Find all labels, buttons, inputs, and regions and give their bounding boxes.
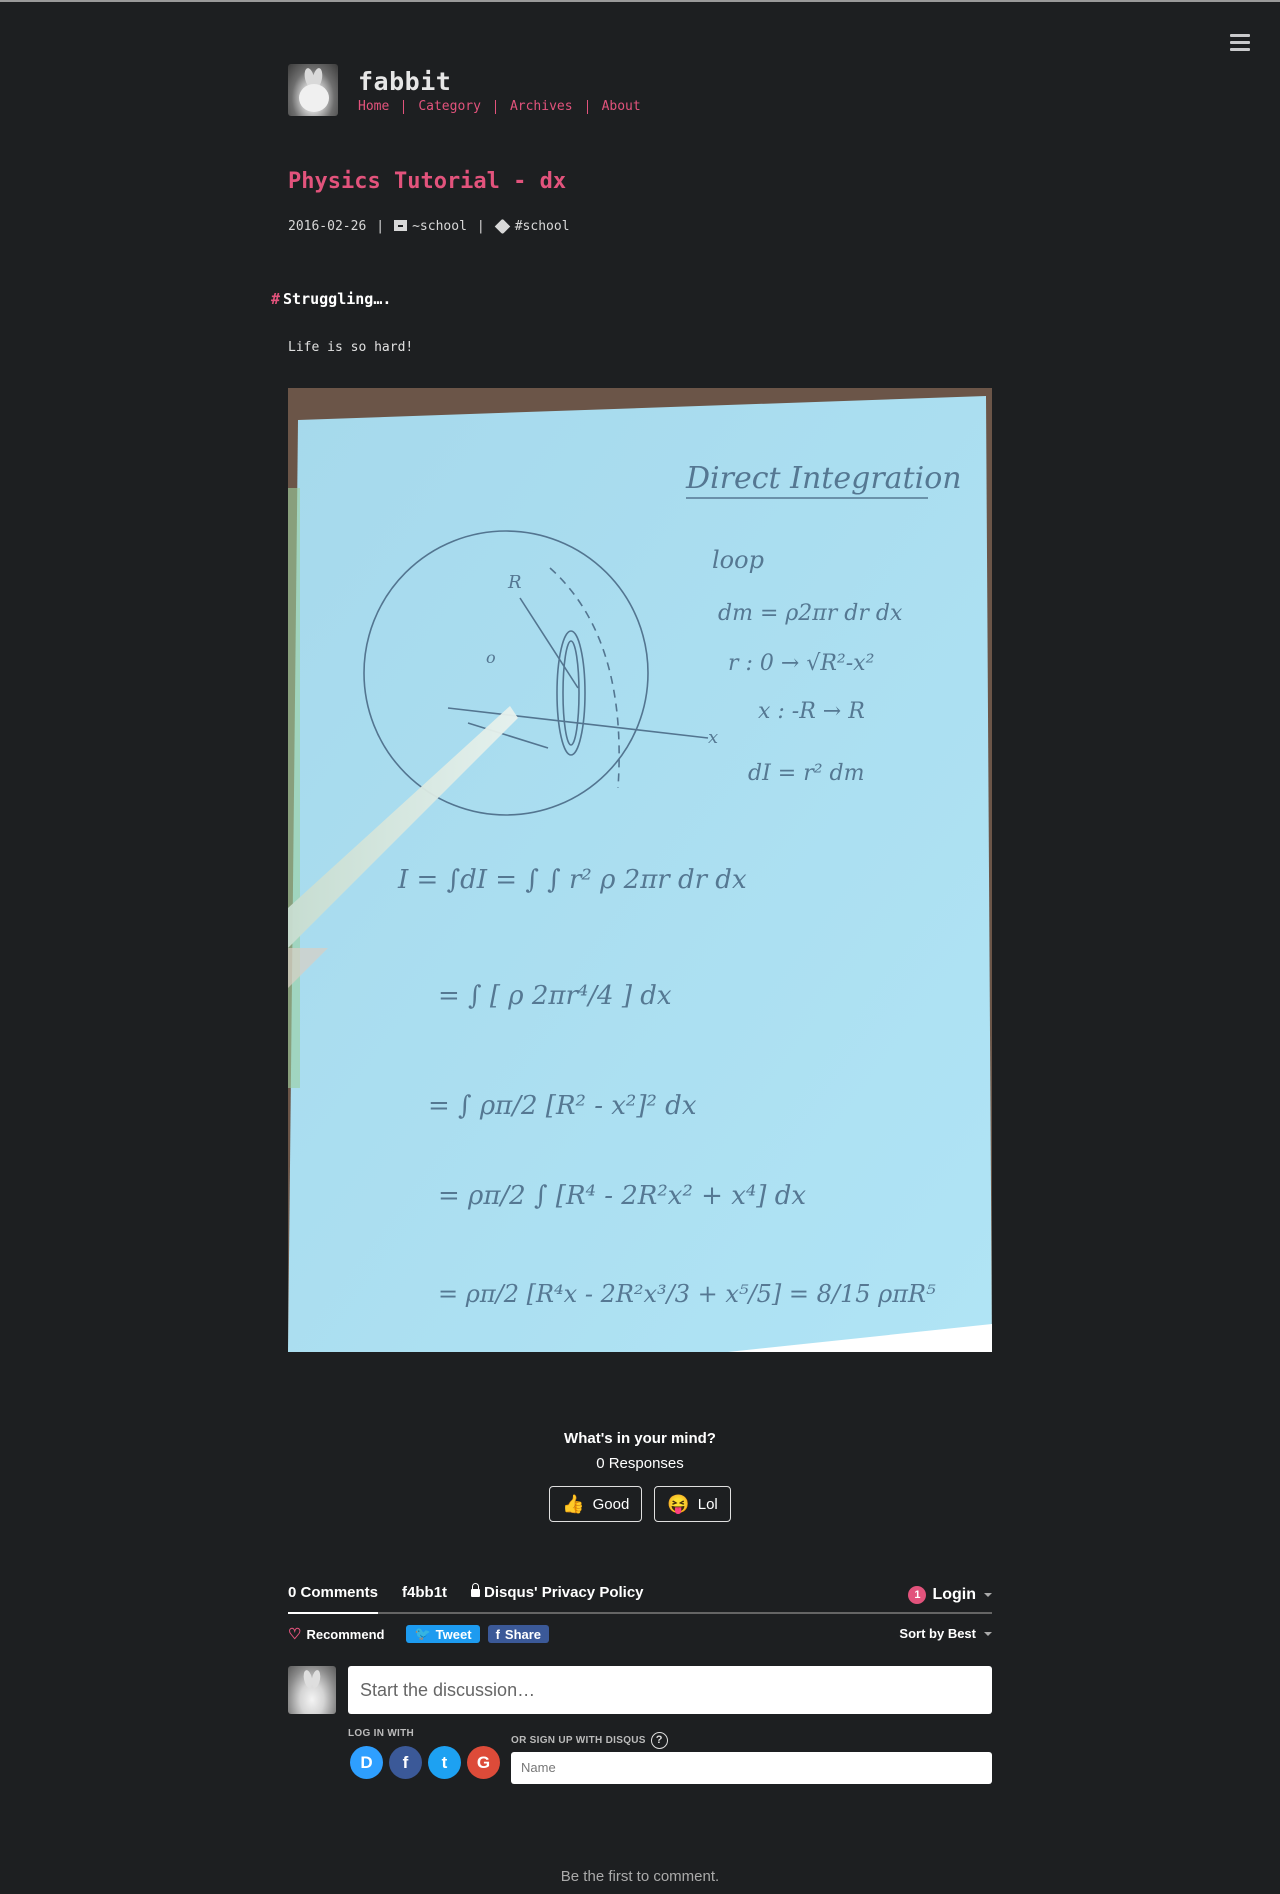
svg-text:= ∫ ρπ/2 [R² - x²]² dx: = ∫ ρπ/2 [R² - x²]² dx <box>428 1091 697 1121</box>
menu-toggle-icon[interactable] <box>1230 34 1250 51</box>
post-tag[interactable]: #school <box>515 219 570 234</box>
meta-separator: | <box>476 219 485 234</box>
site-title[interactable]: fabbit <box>358 67 451 96</box>
site-logo[interactable] <box>288 64 338 116</box>
twitter-login-icon[interactable]: t <box>428 1746 461 1779</box>
tag-icon <box>494 218 511 235</box>
reactions-title: What's in your mind? <box>564 1430 716 1447</box>
post-meta: 2016-02-26 | ~school | #school <box>288 218 570 235</box>
heading-text: Struggling…. <box>283 290 392 308</box>
post-photo: Direct Integration R o x loop dm = ρ2πr … <box>288 388 992 1352</box>
archive-icon <box>394 220 408 231</box>
svg-text:= ρπ/2 [R⁴x - 2R²x³/3 + x⁵/5]: = ρπ/2 [R⁴x - 2R²x³/3 + x⁵/5] = 8/15 ρπR… <box>438 1280 936 1308</box>
empty-comments-message: Be the first to comment. <box>560 1868 720 1885</box>
reaction-label: Good <box>592 1495 630 1513</box>
signup-text: OR SIGN UP WITH DISQUS <box>511 1735 646 1746</box>
avatar <box>288 1666 336 1714</box>
tongue-face-icon: 😝 <box>667 1493 690 1514</box>
svg-text:dI = r² dm: dI = r² dm <box>748 761 864 786</box>
share-button[interactable]: f Share <box>487 1625 550 1643</box>
signup-label: OR SIGN UP WITH DISQUS ? <box>511 1732 668 1749</box>
svg-text:= ρπ/2 ∫ [R⁴ - 2R²x² + x⁴] dx: = ρπ/2 ∫ [R⁴ - 2R²x² + x⁴] dx <box>438 1181 806 1211</box>
reaction-lol-button[interactable]: 😝 Lol <box>654 1486 731 1522</box>
meta-separator: | <box>376 219 385 234</box>
heading-anchor[interactable]: # <box>271 290 280 308</box>
main-nav: Home Category Archives About <box>358 100 655 114</box>
comment-input[interactable]: Start the discussion… <box>348 1666 992 1714</box>
site-header: fabbit Home Category Archives About <box>288 64 992 124</box>
lock-icon <box>471 1583 481 1597</box>
svg-text:x: x <box>708 727 718 748</box>
reactions-widget: What's in your mind? 0 Responses 👍 Good … <box>288 1430 992 1522</box>
reactions-count: 0 Responses <box>596 1455 684 1472</box>
chevron-down-icon <box>984 1593 992 1597</box>
name-field[interactable]: Name <box>511 1752 992 1784</box>
svg-text:R: R <box>507 572 522 593</box>
reaction-good-button[interactable]: 👍 Good <box>549 1486 643 1522</box>
post-category[interactable]: ~school <box>412 219 467 234</box>
google-login-icon[interactable]: G <box>467 1746 500 1779</box>
nav-archives[interactable]: Archives <box>494 100 587 114</box>
tab-community[interactable]: f4bb1t <box>402 1578 447 1612</box>
login-button[interactable]: 1 Login <box>908 1578 992 1612</box>
post-title: Physics Tutorial - dx <box>288 169 567 194</box>
tweet-button[interactable]: 🐦 Tweet <box>406 1625 480 1643</box>
svg-text:= ∫ [ ρ 2πr⁴/4 ] dx: = ∫ [ ρ 2πr⁴/4 ] dx <box>438 981 672 1011</box>
comment-actions: ♡ Recommend 🐦 Tweet f Share Sort by Best <box>288 1614 992 1654</box>
tab-privacy-policy[interactable]: Disqus' Privacy Policy <box>471 1578 644 1612</box>
nav-category[interactable]: Category <box>403 100 495 114</box>
sort-dropdown[interactable]: Sort by Best <box>899 1614 992 1654</box>
nav-about[interactable]: About <box>586 100 655 114</box>
reaction-label: Lol <box>697 1495 718 1513</box>
twitter-icon: 🐦 <box>414 1626 431 1641</box>
login-label: Login <box>932 1586 976 1603</box>
notification-badge: 1 <box>908 1586 927 1604</box>
svg-text:Direct Integration: Direct Integration <box>685 461 962 496</box>
social-login: D f t G <box>350 1746 500 1779</box>
svg-text:x : -R → R: x : -R → R <box>758 699 865 724</box>
svg-text:dm = ρ2πr dr dx: dm = ρ2πr dr dx <box>718 601 903 626</box>
facebook-login-icon[interactable]: f <box>389 1746 422 1779</box>
share-label: Share <box>504 1626 542 1642</box>
privacy-label: Disqus' Privacy Policy <box>484 1584 644 1601</box>
post-paragraph: Life is so hard! <box>288 340 414 355</box>
comments-tabs: 0 Comments f4bb1t Disqus' Privacy Policy… <box>288 1578 992 1614</box>
recommend-button[interactable]: ♡ Recommend <box>288 1625 384 1643</box>
nav-home[interactable]: Home <box>358 100 403 114</box>
section-heading: # Struggling…. <box>271 290 391 308</box>
disqus-login-icon[interactable]: D <box>350 1746 383 1779</box>
comment-composer: Start the discussion… LOG IN WITH D f t … <box>288 1666 992 1856</box>
post-date: 2016-02-26 <box>288 219 367 234</box>
chevron-down-icon <box>984 1632 992 1636</box>
thumbs-up-icon: 👍 <box>562 1493 585 1514</box>
svg-text:r : 0 → √R²-x²: r : 0 → √R²-x² <box>728 651 874 676</box>
login-with-label: LOG IN WITH <box>348 1728 415 1739</box>
svg-text:o: o <box>486 648 496 667</box>
help-icon[interactable]: ? <box>650 1732 668 1749</box>
heart-icon: ♡ <box>288 1626 302 1643</box>
svg-text:I = ∫dI = ∫ ∫ r² ρ 2πr dr dx: I = ∫dI = ∫ ∫ r² ρ 2πr dr dx <box>397 865 747 895</box>
svg-text:loop: loop <box>712 546 764 574</box>
facebook-icon: f <box>495 1626 500 1642</box>
tweet-label: Tweet <box>435 1626 472 1642</box>
tab-comments[interactable]: 0 Comments <box>288 1578 379 1614</box>
sort-label: Sort by Best <box>899 1626 976 1641</box>
recommend-label: Recommend <box>306 1626 385 1642</box>
comments-section: 0 Comments f4bb1t Disqus' Privacy Policy… <box>288 1578 992 1856</box>
